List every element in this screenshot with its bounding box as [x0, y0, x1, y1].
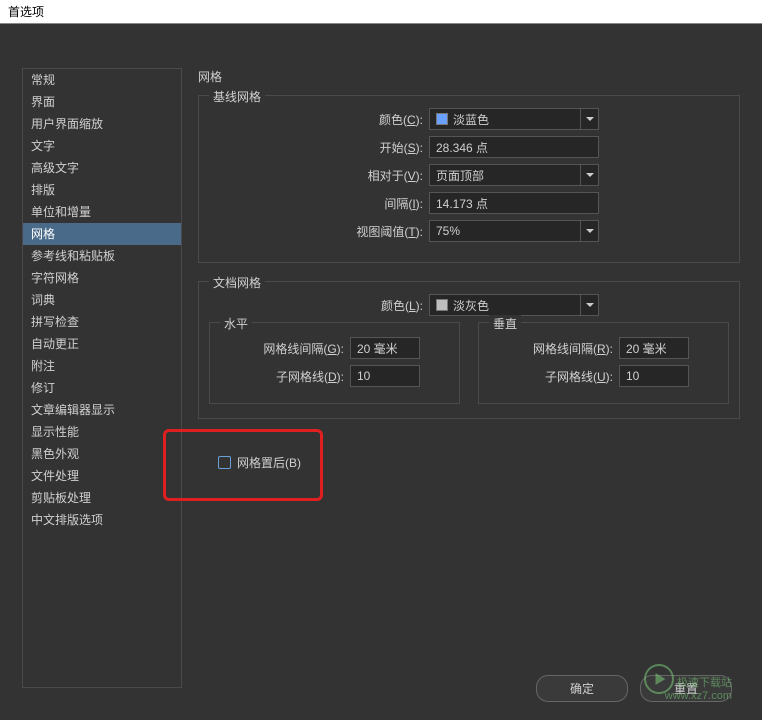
v-subdiv-input[interactable] [619, 365, 689, 387]
sidebar-item-17[interactable]: 黑色外观 [23, 443, 181, 465]
baseline-spacing-input[interactable] [429, 192, 599, 214]
v-gridline-label: 网格线间隔(R): [489, 340, 619, 357]
panel-title: 网格 [198, 68, 740, 85]
grids-panel: 网格 基线网格 颜色(C): 淡蓝色 开始(S): 相对于(V): 页面顶部 [198, 68, 740, 437]
baseline-color-value: 淡蓝色 [453, 111, 489, 128]
baseline-threshold-dropdown[interactable]: 75% [429, 220, 599, 242]
ok-button[interactable]: 确定 [536, 675, 628, 702]
baseline-grid-group: 基线网格 颜色(C): 淡蓝色 开始(S): 相对于(V): 页面顶部 [198, 95, 740, 263]
sidebar-item-20[interactable]: 中文排版选项 [23, 509, 181, 531]
sidebar-item-10[interactable]: 词典 [23, 289, 181, 311]
sidebar-item-7[interactable]: 网格 [23, 223, 181, 245]
vertical-group: 垂直 网格线间隔(R): 子网格线(U): [478, 322, 729, 404]
sidebar-item-1[interactable]: 界面 [23, 91, 181, 113]
dialog-title-bar: 首选项 [0, 0, 762, 24]
h-subdiv-input[interactable] [350, 365, 420, 387]
sidebar-item-14[interactable]: 修订 [23, 377, 181, 399]
h-subdiv-label: 子网格线(D): [220, 368, 350, 385]
sidebar-item-18[interactable]: 文件处理 [23, 465, 181, 487]
baseline-spacing-label: 间隔(I): [209, 195, 429, 212]
grids-in-back-row[interactable]: 网格置后(B) [218, 454, 301, 471]
sidebar-item-11[interactable]: 拼写检查 [23, 311, 181, 333]
dialog-title: 首选项 [8, 5, 44, 19]
dialog-body: 常规界面用户界面缩放文字高级文字排版单位和增量网格参考线和粘贴板字符网格词典拼写… [0, 24, 762, 720]
baseline-start-input[interactable] [429, 136, 599, 158]
vertical-legend: 垂直 [489, 315, 521, 332]
sidebar-item-19[interactable]: 剪贴板处理 [23, 487, 181, 509]
baseline-color-label: 颜色(C): [209, 111, 429, 128]
document-color-dropdown[interactable]: 淡灰色 [429, 294, 599, 316]
v-subdiv-label: 子网格线(U): [489, 368, 619, 385]
preferences-sidebar[interactable]: 常规界面用户界面缩放文字高级文字排版单位和增量网格参考线和粘贴板字符网格词典拼写… [22, 68, 182, 688]
baseline-relative-value: 页面顶部 [436, 167, 484, 184]
baseline-relative-dropdown[interactable]: 页面顶部 [429, 164, 599, 186]
baseline-relative-label: 相对于(V): [209, 167, 429, 184]
document-color-value: 淡灰色 [453, 297, 489, 314]
sidebar-item-9[interactable]: 字符网格 [23, 267, 181, 289]
chevron-down-icon [580, 109, 598, 129]
sidebar-item-2[interactable]: 用户界面缩放 [23, 113, 181, 135]
baseline-start-label: 开始(S): [209, 139, 429, 156]
chevron-down-icon [580, 295, 598, 315]
sidebar-item-12[interactable]: 自动更正 [23, 333, 181, 355]
v-gridline-input[interactable] [619, 337, 689, 359]
baseline-color-swatch [436, 113, 448, 125]
chevron-down-icon [580, 221, 598, 241]
h-gridline-input[interactable] [350, 337, 420, 359]
document-grid-group: 文档网格 颜色(L): 淡灰色 水平 网格线间隔(G): 子 [198, 281, 740, 419]
sidebar-item-3[interactable]: 文字 [23, 135, 181, 157]
sidebar-item-0[interactable]: 常规 [23, 69, 181, 91]
baseline-grid-legend: 基线网格 [209, 88, 265, 105]
grids-in-back-label: 网格置后(B) [237, 454, 301, 471]
document-color-label: 颜色(L): [209, 297, 429, 314]
h-gridline-label: 网格线间隔(G): [220, 340, 350, 357]
reset-button[interactable]: 重置 [640, 675, 732, 702]
dialog-buttons: 确定 重置 [536, 675, 732, 702]
sidebar-item-13[interactable]: 附注 [23, 355, 181, 377]
sidebar-item-6[interactable]: 单位和增量 [23, 201, 181, 223]
document-grid-legend: 文档网格 [209, 274, 265, 291]
sidebar-item-16[interactable]: 显示性能 [23, 421, 181, 443]
horizontal-group: 水平 网格线间隔(G): 子网格线(D): [209, 322, 460, 404]
baseline-color-dropdown[interactable]: 淡蓝色 [429, 108, 599, 130]
horizontal-legend: 水平 [220, 315, 252, 332]
sidebar-item-5[interactable]: 排版 [23, 179, 181, 201]
sidebar-item-15[interactable]: 文章编辑器显示 [23, 399, 181, 421]
baseline-threshold-value: 75% [436, 224, 460, 238]
chevron-down-icon [580, 165, 598, 185]
document-color-swatch [436, 299, 448, 311]
baseline-threshold-label: 视图阈值(T): [209, 223, 429, 240]
sidebar-item-8[interactable]: 参考线和粘贴板 [23, 245, 181, 267]
grids-in-back-checkbox[interactable] [218, 456, 231, 469]
sidebar-item-4[interactable]: 高级文字 [23, 157, 181, 179]
